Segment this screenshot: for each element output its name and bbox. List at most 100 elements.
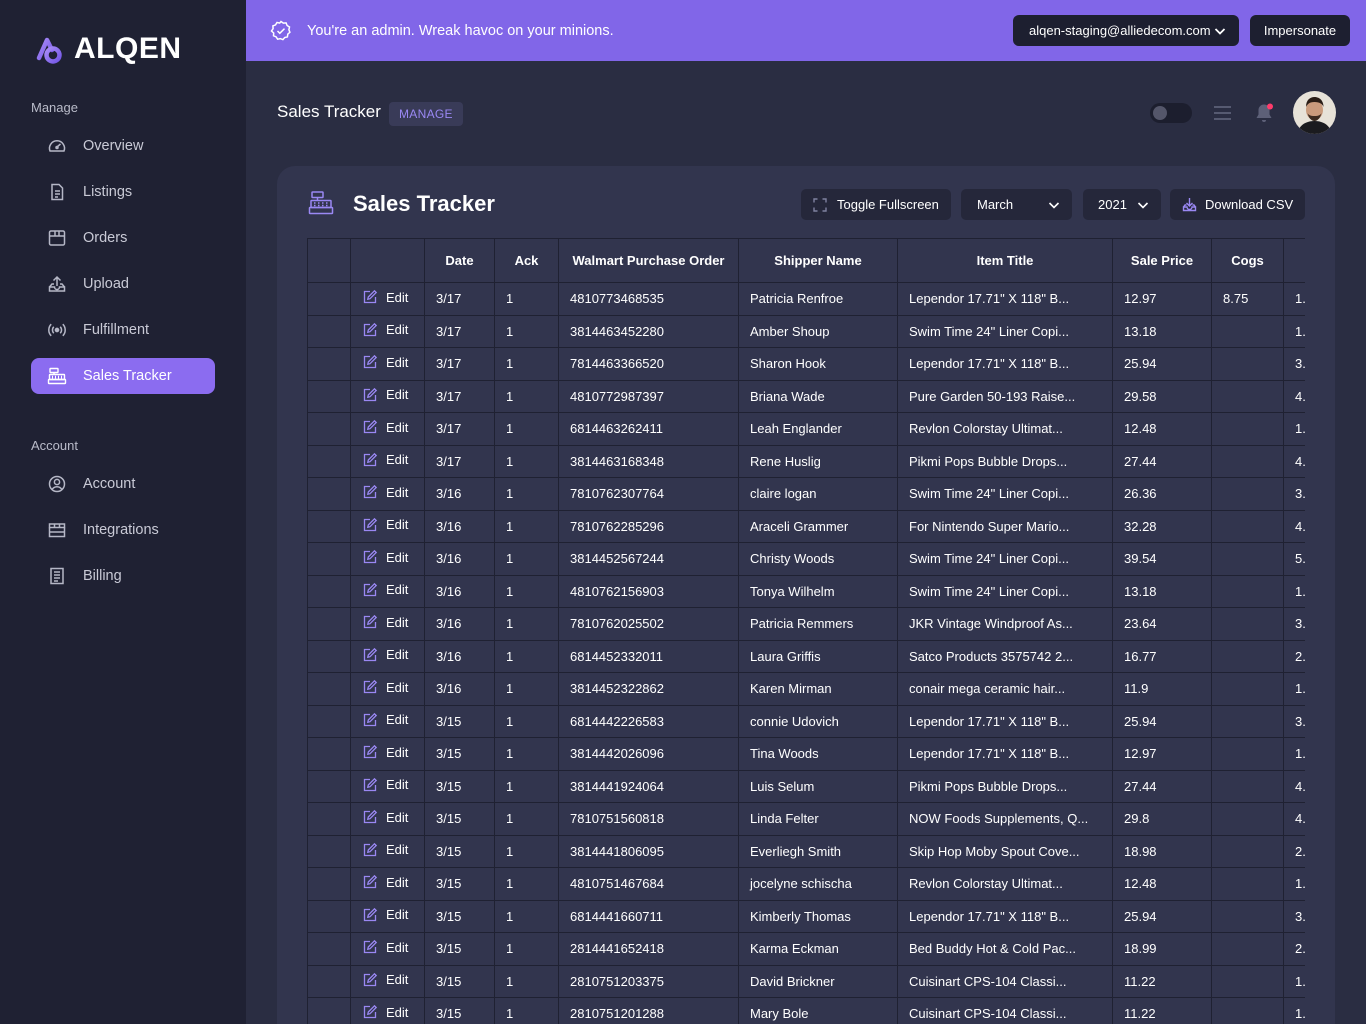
column-header-ack[interactable]: Ack: [494, 238, 559, 283]
row-select-cell[interactable]: [307, 737, 351, 771]
table-row[interactable]: Edit 3/15 1 3814441924064 Luis Selum Pikmi Po…: [307, 769, 1305, 803]
menu-icon[interactable]: [1213, 104, 1232, 122]
table-row[interactable]: Edit 3/15 1 2810751203375 David Brickner Cuis…: [307, 964, 1305, 998]
table-row[interactable]: Edit 3/17 1 4810772987397 Briana Wade Pure Ga…: [307, 379, 1305, 413]
table-row[interactable]: Edit 3/16 1 6814452332011 Laura Griffis Satco…: [307, 639, 1305, 673]
table-row[interactable]: Edit 3/15 1 2810751201288 Mary Bole Cuisinart…: [307, 997, 1305, 1024]
row-select-cell[interactable]: [307, 834, 351, 868]
edit-button[interactable]: Edit: [362, 419, 408, 435]
sidebar-item-billing[interactable]: Billing: [31, 558, 215, 594]
sales-tracker-card: Sales Tracker Toggle Fullscreen March 20…: [277, 166, 1335, 1024]
manage-badge[interactable]: MANAGE: [389, 102, 463, 126]
table-row[interactable]: Edit 3/17 1 3814463168348 Rene Huslig Pikmi P…: [307, 444, 1305, 478]
sidebar-item-upload[interactable]: Upload: [31, 266, 215, 302]
sidebar-item-fulfillment[interactable]: Fulfillment: [31, 312, 215, 348]
impersonate-button[interactable]: Impersonate: [1250, 15, 1350, 46]
edit-button[interactable]: Edit: [362, 354, 408, 370]
download-csv-button[interactable]: Download CSV: [1170, 189, 1305, 220]
edit-button[interactable]: Edit: [362, 679, 408, 695]
sidebar-item-account[interactable]: Account: [31, 466, 215, 502]
column-header-shipper-name[interactable]: Shipper Name: [738, 238, 898, 283]
table-row[interactable]: Edit 3/17 1 6814463262411 Leah Englander Revl…: [307, 412, 1305, 446]
table-row[interactable]: Edit 3/16 1 3814452567244 Christy Woods Swim …: [307, 542, 1305, 576]
table-row[interactable]: Edit 3/16 1 7810762025502 Patricia Remmers JK…: [307, 607, 1305, 641]
year-select[interactable]: 2021: [1083, 189, 1161, 220]
table-row[interactable]: Edit 3/16 1 4810762156903 Tonya Wilhelm Swim …: [307, 574, 1305, 608]
row-select-cell[interactable]: [307, 412, 351, 446]
table-row[interactable]: Edit 3/17 1 3814463452280 Amber Shoup Swim Ti…: [307, 314, 1305, 348]
edit-button[interactable]: Edit: [362, 809, 408, 825]
row-select-cell[interactable]: [307, 867, 351, 901]
table-row[interactable]: Edit 3/16 1 7810762307764 claire logan Swim T…: [307, 477, 1305, 511]
table-row[interactable]: Edit 3/15 1 2814441652418 Karma Eckman Bed Bu…: [307, 932, 1305, 966]
edit-button[interactable]: Edit: [362, 1004, 408, 1020]
sidebar-item-integrations[interactable]: Integrations: [31, 512, 215, 548]
edit-button[interactable]: Edit: [362, 939, 408, 955]
table-row[interactable]: Edit 3/16 1 3814452322862 Karen Mirman conair…: [307, 672, 1305, 706]
sidebar-item-overview[interactable]: Overview: [31, 128, 215, 164]
edit-button[interactable]: Edit: [362, 517, 408, 533]
row-select-cell[interactable]: [307, 964, 351, 998]
table-row[interactable]: Edit 3/15 1 4810751467684 jocelyne schischa R…: [307, 867, 1305, 901]
theme-toggle[interactable]: [1150, 103, 1192, 123]
avatar[interactable]: [1293, 91, 1336, 134]
column-header-sale-price[interactable]: Sale Price: [1112, 238, 1212, 283]
edit-button[interactable]: Edit: [362, 972, 408, 988]
edit-button[interactable]: Edit: [362, 452, 408, 468]
edit-button[interactable]: Edit: [362, 647, 408, 663]
sales-table-container[interactable]: Date Ack Walmart Purchase Order Shipper …: [307, 238, 1305, 1024]
edit-button[interactable]: Edit: [362, 387, 408, 403]
table-row[interactable]: Edit 3/15 1 3814442026096 Tina Woods Lependor…: [307, 737, 1305, 771]
row-select-cell[interactable]: [307, 899, 351, 933]
row-select-cell[interactable]: [307, 607, 351, 641]
row-select-cell[interactable]: [307, 932, 351, 966]
row-select-cell[interactable]: [307, 574, 351, 608]
row-select-cell[interactable]: [307, 444, 351, 478]
row-select-cell[interactable]: [307, 477, 351, 511]
row-select-cell[interactable]: [307, 509, 351, 543]
edit-button[interactable]: Edit: [362, 744, 408, 760]
notification-bell-icon[interactable]: [1254, 102, 1274, 124]
edit-button[interactable]: Edit: [362, 874, 408, 890]
column-header-item-title[interactable]: Item Title: [897, 238, 1113, 283]
row-select-cell[interactable]: [307, 704, 351, 738]
table-row[interactable]: Edit 3/15 1 6814441660711 Kimberly Thomas Lep…: [307, 899, 1305, 933]
account-select[interactable]: alqen-staging@alliedecom.com: [1013, 15, 1239, 46]
table-row[interactable]: Edit 3/17 1 7814463366520 Sharon Hook Lependo…: [307, 347, 1305, 381]
column-header-walmart-po[interactable]: Walmart Purchase Order: [558, 238, 739, 283]
edit-button[interactable]: Edit: [362, 484, 408, 500]
table-row[interactable]: Edit 3/15 1 7810751560818 Linda Felter NOW Fo…: [307, 802, 1305, 836]
edit-button[interactable]: Edit: [362, 907, 408, 923]
row-select-cell[interactable]: [307, 282, 351, 316]
logo[interactable]: ALQEN: [30, 32, 182, 66]
edit-button[interactable]: Edit: [362, 582, 408, 598]
month-select[interactable]: March: [961, 189, 1072, 220]
edit-button[interactable]: Edit: [362, 712, 408, 728]
edit-button[interactable]: Edit: [362, 549, 408, 565]
column-header-date[interactable]: Date: [424, 238, 495, 283]
row-select-cell[interactable]: [307, 314, 351, 348]
edit-button[interactable]: Edit: [362, 289, 408, 305]
row-select-cell[interactable]: [307, 802, 351, 836]
sidebar-item-sales-tracker[interactable]: Sales Tracker: [31, 358, 215, 394]
table-row[interactable]: Edit 3/15 1 3814441806095 Everliegh Smith Ski…: [307, 834, 1305, 868]
table-row[interactable]: Edit 3/15 1 6814442226583 connie Udovich Lepe…: [307, 704, 1305, 738]
row-select-cell[interactable]: [307, 639, 351, 673]
sidebar-item-orders[interactable]: Orders: [31, 220, 215, 256]
edit-button[interactable]: Edit: [362, 777, 408, 793]
sidebar-item-listings[interactable]: Listings: [31, 174, 215, 210]
edit-button[interactable]: Edit: [362, 842, 408, 858]
row-select-cell[interactable]: [307, 347, 351, 381]
toggle-fullscreen-button[interactable]: Toggle Fullscreen: [801, 189, 951, 220]
row-select-cell[interactable]: [307, 379, 351, 413]
table-row[interactable]: Edit 3/16 1 7810762285296 Araceli Grammer For…: [307, 509, 1305, 543]
column-header-cogs[interactable]: Cogs: [1211, 238, 1284, 283]
row-select-cell[interactable]: [307, 542, 351, 576]
row-select-cell[interactable]: [307, 672, 351, 706]
edit-icon: [363, 550, 378, 564]
edit-button[interactable]: Edit: [362, 322, 408, 338]
table-row[interactable]: Edit 3/17 1 4810773468535 Patricia Renfroe Le…: [307, 282, 1305, 316]
row-select-cell[interactable]: [307, 769, 351, 803]
row-select-cell[interactable]: [307, 997, 351, 1024]
edit-button[interactable]: Edit: [362, 614, 408, 630]
